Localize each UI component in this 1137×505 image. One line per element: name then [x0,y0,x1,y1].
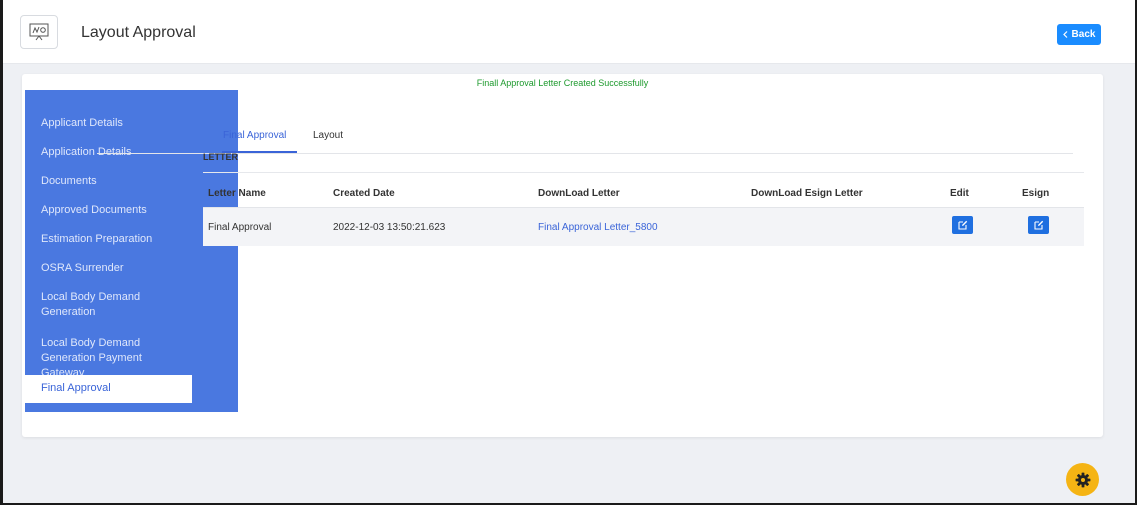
sidebar-item-osra-surrender[interactable]: OSRA Surrender [25,261,192,276]
back-button-label: Back [1071,29,1096,40]
esign-button[interactable] [1028,216,1049,234]
sidebar: Applicant Details Application Details Do… [25,105,192,403]
section-title: LETTER [203,152,238,162]
sidebar-item-estimation-preparation[interactable]: Estimation Preparation [25,232,192,247]
table-row: Final Approval 2022-12-03 13:50:21.623 F… [203,208,1084,246]
app-window: Layout Approval Back Finall Approval Let… [3,0,1135,503]
chevron-left-icon [1062,31,1067,38]
app-logo [20,15,58,49]
settings-fab[interactable] [1066,463,1099,496]
header-edit: Edit [950,188,969,199]
header-letter-name: Letter Name [208,188,266,199]
sidebar-item-final-approval[interactable]: Final Approval [25,375,192,403]
header-esign: Esign [1022,188,1050,199]
content-card: Finall Approval Letter Created Successfu… [22,74,1103,437]
sidebar-item-applicant-details[interactable]: Applicant Details [25,116,192,131]
back-button[interactable]: Back [1057,24,1101,45]
cell-created-date: 2022-12-03 13:50:21.623 [333,222,446,233]
section-divider [203,172,1084,173]
edit-button[interactable] [952,216,973,234]
page-title: Layout Approval [81,24,196,41]
gear-icon [1075,472,1090,487]
tab-layout[interactable]: Layout [313,130,343,141]
sidebar-item-documents[interactable]: Documents [25,174,192,189]
success-message: Finall Approval Letter Created Successfu… [476,78,649,88]
table-header: Letter Name Created Date DownLoad Letter… [203,188,1084,208]
cell-letter-name: Final Approval [208,222,272,233]
header-created-date: Created Date [333,188,395,199]
edit-icon [957,220,967,230]
sidebar-item-local-body-demand-generation[interactable]: Local Body Demand Generation [25,290,192,320]
download-letter-link[interactable]: Final Approval Letter_5800 [538,222,658,233]
top-bar: Layout Approval Back [3,0,1135,64]
edit-icon [1033,220,1043,230]
header-download-letter: DownLoad Letter [538,188,620,199]
layout-document-icon [29,23,49,41]
sidebar-item-approved-documents[interactable]: Approved Documents [25,203,192,218]
header-download-esign-letter: DownLoad Esign Letter [751,188,863,199]
tab-final-approval[interactable]: Final Approval [223,130,286,141]
tab-divider [97,153,1073,154]
